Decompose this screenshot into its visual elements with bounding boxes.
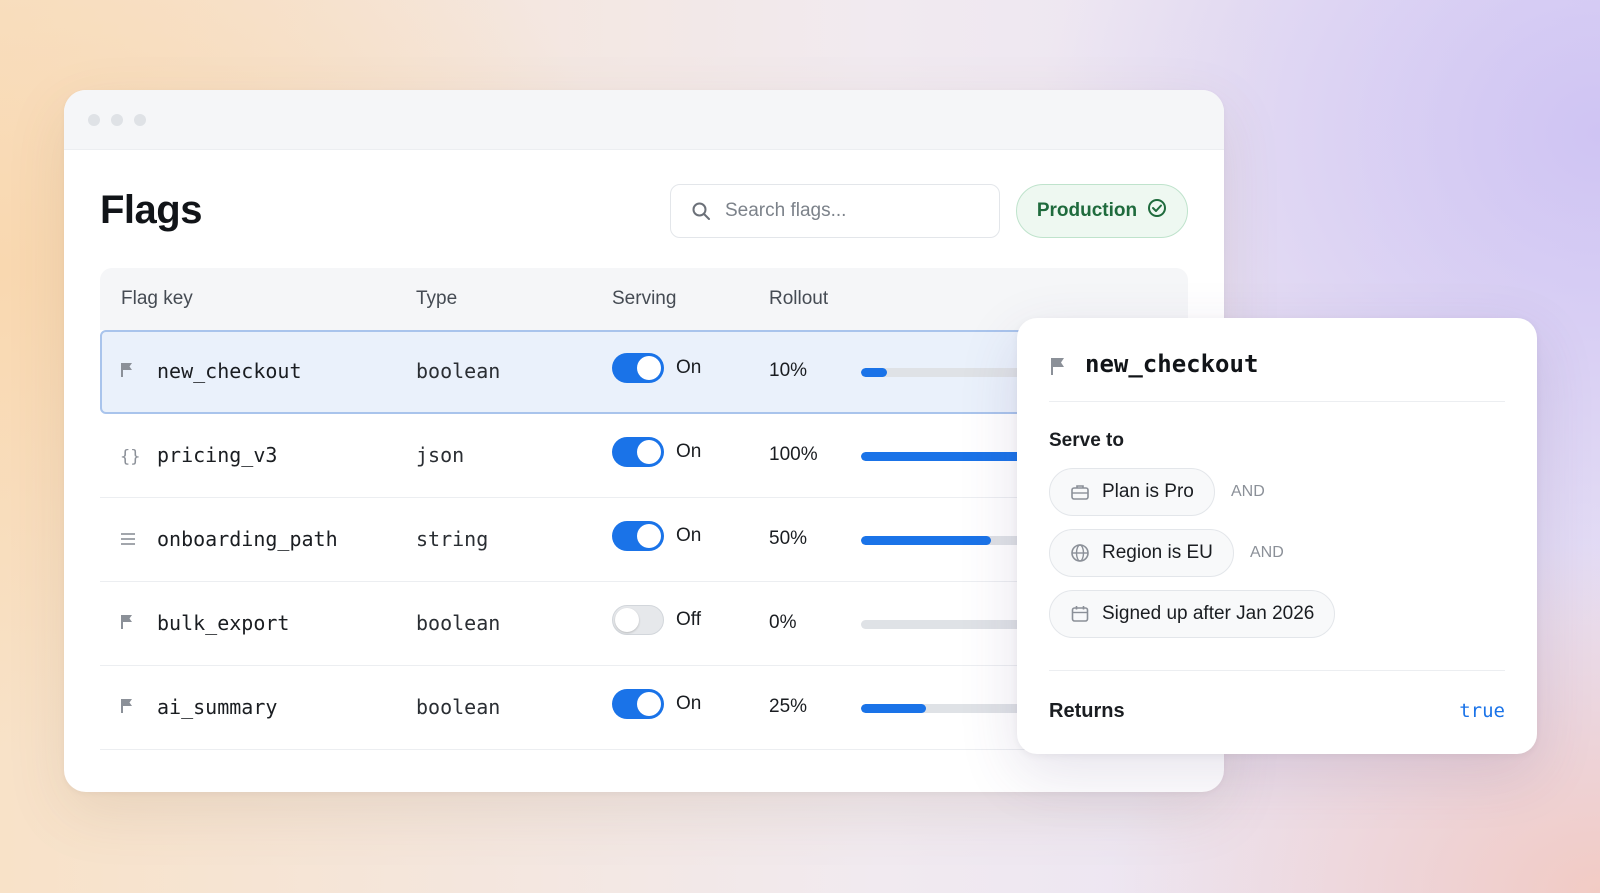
column-header-rollout[interactable]: Rollout [769, 288, 828, 310]
rollout-percent: 0% [769, 612, 797, 633]
rollout-percent: 100% [769, 444, 818, 465]
flag-icon [120, 698, 134, 719]
serving-toggle[interactable] [612, 689, 664, 719]
check-circle-icon [1147, 198, 1167, 224]
condition-chip[interactable]: Region is EU [1049, 529, 1234, 577]
environment-badge[interactable]: Production [1016, 184, 1188, 238]
serve-to-label: Serve to [1049, 430, 1124, 451]
serving-toggle[interactable] [612, 605, 664, 635]
returns-label: Returns [1049, 700, 1125, 722]
serving-label: On [676, 693, 702, 714]
rollout-percent: 25% [769, 696, 808, 717]
returns-value[interactable]: true [1459, 700, 1505, 722]
lines-icon [120, 530, 136, 551]
condition-joiner: AND [1250, 544, 1284, 561]
panel-divider [1049, 670, 1505, 671]
globe-icon [1070, 543, 1090, 563]
column-header-type[interactable]: Type [416, 288, 457, 310]
window-zoom-dot[interactable] [134, 113, 146, 126]
flag-key[interactable]: bulk_export [157, 611, 289, 635]
serving-label: On [676, 357, 702, 378]
toggle-knob [615, 608, 639, 632]
page-title: Flags [100, 188, 202, 232]
rollout-bar-fill [861, 704, 926, 713]
condition-chip[interactable]: Signed up after Jan 2026 [1049, 590, 1336, 638]
condition-chip[interactable]: Plan is Pro [1049, 468, 1215, 516]
rollout-percent: 10% [769, 360, 808, 381]
toggle-knob [637, 692, 661, 716]
condition-label: Plan is Pro [1102, 481, 1194, 502]
flag-icon [1049, 356, 1067, 381]
flag-key[interactable]: pricing_v3 [157, 443, 277, 467]
flag-type: string [416, 527, 489, 551]
flag-type: boolean [416, 611, 501, 635]
environment-label: Production [1036, 200, 1138, 221]
search-input[interactable] [725, 200, 975, 222]
window-close-dot[interactable] [88, 113, 100, 126]
briefcase-icon [1070, 483, 1090, 501]
toggle-knob [637, 524, 661, 548]
flag-type: json [416, 443, 465, 467]
rollout-bar-fill [861, 368, 887, 377]
toggle-knob [637, 356, 661, 380]
flag-type: boolean [416, 695, 501, 719]
window-titlebar [64, 90, 1224, 150]
serving-label: On [676, 525, 702, 546]
panel-flag-key: new_checkout [1085, 350, 1259, 378]
flag-key[interactable]: onboarding_path [157, 527, 338, 551]
flag-type: boolean [416, 359, 501, 383]
rollout-percent: 50% [769, 528, 808, 549]
serving-label: Off [676, 609, 701, 630]
calendar-icon [1070, 604, 1090, 624]
serving-label: On [676, 441, 702, 462]
flag-icon [120, 362, 134, 383]
serving-toggle[interactable] [612, 437, 664, 467]
serving-toggle[interactable] [612, 521, 664, 551]
column-header-flag-key[interactable]: Flag key [121, 288, 193, 310]
rollout-bar-fill [861, 536, 991, 545]
window-minimize-dot[interactable] [111, 113, 123, 126]
flag-key[interactable]: ai_summary [157, 695, 277, 719]
search-icon [691, 201, 711, 221]
condition-label: Signed up after Jan 2026 [1102, 603, 1315, 624]
search-box[interactable] [670, 184, 1000, 238]
condition-label: Region is EU [1102, 542, 1213, 563]
serving-toggle[interactable] [612, 353, 664, 383]
flag-detail-panel: new_checkout Serve to Plan is Pro AND Regi… [1017, 318, 1537, 754]
flag-icon [120, 614, 134, 635]
column-header-serving[interactable]: Serving [612, 288, 676, 310]
braces-icon: {} [120, 447, 141, 467]
panel-header: new_checkout [1049, 348, 1505, 402]
condition-joiner: AND [1231, 483, 1265, 500]
flag-key[interactable]: new_checkout [157, 359, 302, 383]
toggle-knob [637, 440, 661, 464]
